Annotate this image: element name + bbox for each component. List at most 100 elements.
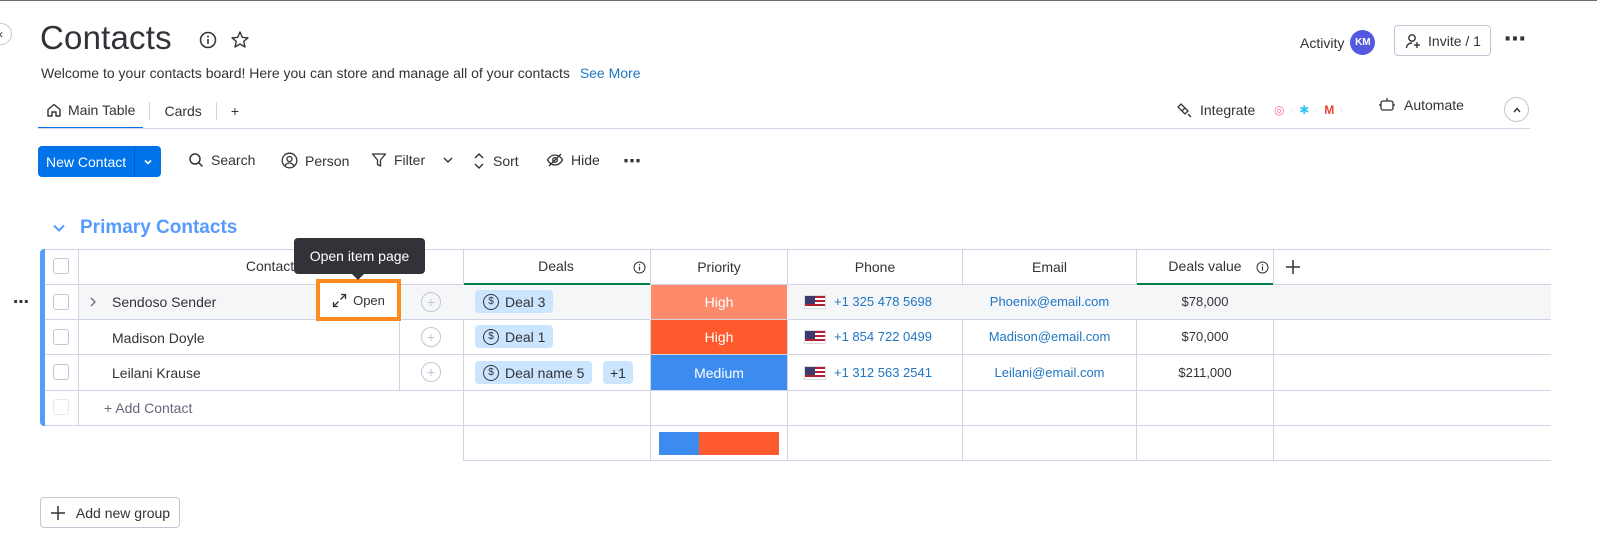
table-border (45, 319, 1551, 320)
chevron-down-icon[interactable] (52, 221, 66, 235)
row-checkbox[interactable] (53, 294, 69, 310)
search-button[interactable]: Search (188, 152, 255, 168)
phone-cell[interactable]: +1 312 563 2541 (804, 365, 932, 380)
column-header-phone[interactable]: Phone (788, 259, 962, 275)
contact-name[interactable]: Madison Doyle (112, 330, 205, 346)
invite-label: Invite / 1 (1428, 32, 1481, 49)
priority-status[interactable]: High (651, 320, 787, 354)
integrate-button[interactable]: Integrate ◎ ✱ M (1176, 97, 1343, 123)
tab-cards-label: Cards (164, 103, 202, 119)
page-title[interactable]: Contacts (40, 19, 172, 57)
column-header-deals-value[interactable]: Deals value (1140, 258, 1270, 274)
priority-summary-bar[interactable] (659, 432, 779, 455)
dollar-icon: $ (483, 293, 499, 310)
row-checkbox[interactable] (53, 329, 69, 345)
chevron-down-icon[interactable] (134, 146, 162, 177)
info-icon[interactable] (1255, 260, 1269, 274)
chevron-down-icon[interactable] (442, 154, 454, 166)
integrate-label: Integrate (1200, 102, 1256, 118)
open-item-button[interactable]: Open (316, 279, 401, 321)
column-header-deals[interactable]: Deals (470, 258, 642, 274)
deal-chip[interactable]: $ Deal 3 (475, 290, 554, 313)
table-border (45, 425, 1551, 426)
phone-cell[interactable]: +1 325 478 5698 (804, 294, 932, 309)
tab-divider (149, 102, 151, 120)
deal-chip[interactable]: $ Deal 1 (475, 325, 554, 348)
priority-status[interactable]: Medium (651, 355, 787, 390)
board-description: Welcome to your contacts board! Here you… (41, 65, 641, 81)
automate-button[interactable]: Automate (1378, 97, 1464, 113)
add-column-icon[interactable] (1283, 257, 1303, 277)
sort-button[interactable]: Sort (472, 152, 519, 170)
see-more-link[interactable]: See More (580, 65, 641, 81)
add-update-icon[interactable]: + (421, 292, 441, 312)
add-view-button[interactable]: + (223, 93, 247, 129)
table-border (45, 390, 1551, 391)
table-border (463, 249, 464, 461)
email-link[interactable]: Phoenix@email.com (963, 294, 1136, 309)
phone-number[interactable]: +1 312 563 2541 (834, 365, 932, 380)
description-text: Welcome to your contacts board! Here you… (41, 65, 570, 81)
collapse-sidebar-icon[interactable]: ‹ (0, 23, 12, 45)
tab-cards[interactable]: Cards (156, 93, 209, 129)
deals-value[interactable]: $211,000 (1137, 365, 1273, 380)
add-contact-input[interactable]: + Add Contact (104, 400, 192, 416)
new-contact-label[interactable]: New Contact (38, 146, 135, 177)
filter-icon (371, 153, 387, 167)
add-update-icon[interactable]: + (421, 327, 441, 347)
table-border (78, 249, 79, 426)
person-label: Person (305, 152, 350, 169)
add-person-icon (1405, 33, 1421, 48)
eye-off-icon (546, 153, 564, 167)
new-contact-button[interactable]: New Contact (38, 146, 162, 177)
table-border (787, 249, 788, 461)
add-update-icon[interactable]: + (421, 362, 441, 382)
phone-cell[interactable]: +1 854 722 0499 (804, 329, 932, 344)
deals-value[interactable]: $70,000 (1137, 329, 1273, 344)
info-icon[interactable] (198, 30, 218, 50)
add-group-label: Add new group (75, 504, 171, 521)
group-title[interactable]: Primary Contacts (80, 217, 237, 239)
activity-label: Activity (1300, 34, 1345, 51)
filter-button[interactable]: Filter (371, 152, 454, 168)
contact-name[interactable]: Sendoso Sender (112, 294, 216, 310)
row-options-icon[interactable]: ⋯ (12, 294, 30, 311)
group-header[interactable]: Primary Contacts (52, 217, 237, 239)
contact-name[interactable]: Leilani Krause (112, 365, 201, 381)
search-label: Search (211, 152, 256, 168)
star-icon[interactable] (229, 29, 251, 51)
tabs-divider (38, 128, 1530, 129)
more-deals-badge[interactable]: +1 (603, 361, 633, 384)
email-link[interactable]: Madison@email.com (963, 329, 1136, 344)
sort-icon (474, 153, 484, 169)
invite-button[interactable]: Invite / 1 (1394, 25, 1491, 56)
add-new-group-button[interactable]: Add new group (40, 497, 180, 528)
hide-button[interactable]: Hide (546, 152, 600, 168)
chevron-up-icon[interactable] (1504, 97, 1529, 122)
select-all-checkbox[interactable] (53, 258, 69, 274)
phone-number[interactable]: +1 854 722 0499 (834, 329, 932, 344)
chevron-right-icon[interactable] (87, 295, 99, 309)
integrate-icon (1177, 103, 1192, 118)
priority-status[interactable]: High (651, 285, 787, 319)
dollar-icon: $ (483, 328, 499, 345)
tab-main-table-label: Main Table (68, 102, 136, 118)
slack-icon: ✱ (1291, 98, 1318, 122)
phone-number[interactable]: +1 325 478 5698 (834, 294, 932, 309)
open-label: Open (353, 292, 385, 308)
table-border (1273, 249, 1274, 461)
deals-value[interactable]: $78,000 (1137, 294, 1273, 309)
column-header-priority[interactable]: Priority (651, 259, 787, 275)
email-link[interactable]: Leilani@email.com (963, 365, 1136, 380)
row-checkbox (53, 399, 69, 415)
column-header-email[interactable]: Email (963, 259, 1136, 275)
more-options-icon[interactable]: ⋯ (1503, 26, 1527, 51)
person-filter-button[interactable]: Person (281, 152, 349, 169)
tab-main-table[interactable]: Main Table (38, 93, 144, 129)
info-icon[interactable] (632, 260, 646, 274)
row-checkbox[interactable] (53, 364, 69, 380)
more-toolbar-icon[interactable]: ⋯ (622, 151, 642, 171)
deal-chip[interactable]: $ Deal name 5 (475, 361, 593, 384)
deal-label: Deal name 5 (505, 364, 585, 381)
activity-button[interactable]: Activity KM (1300, 30, 1376, 55)
